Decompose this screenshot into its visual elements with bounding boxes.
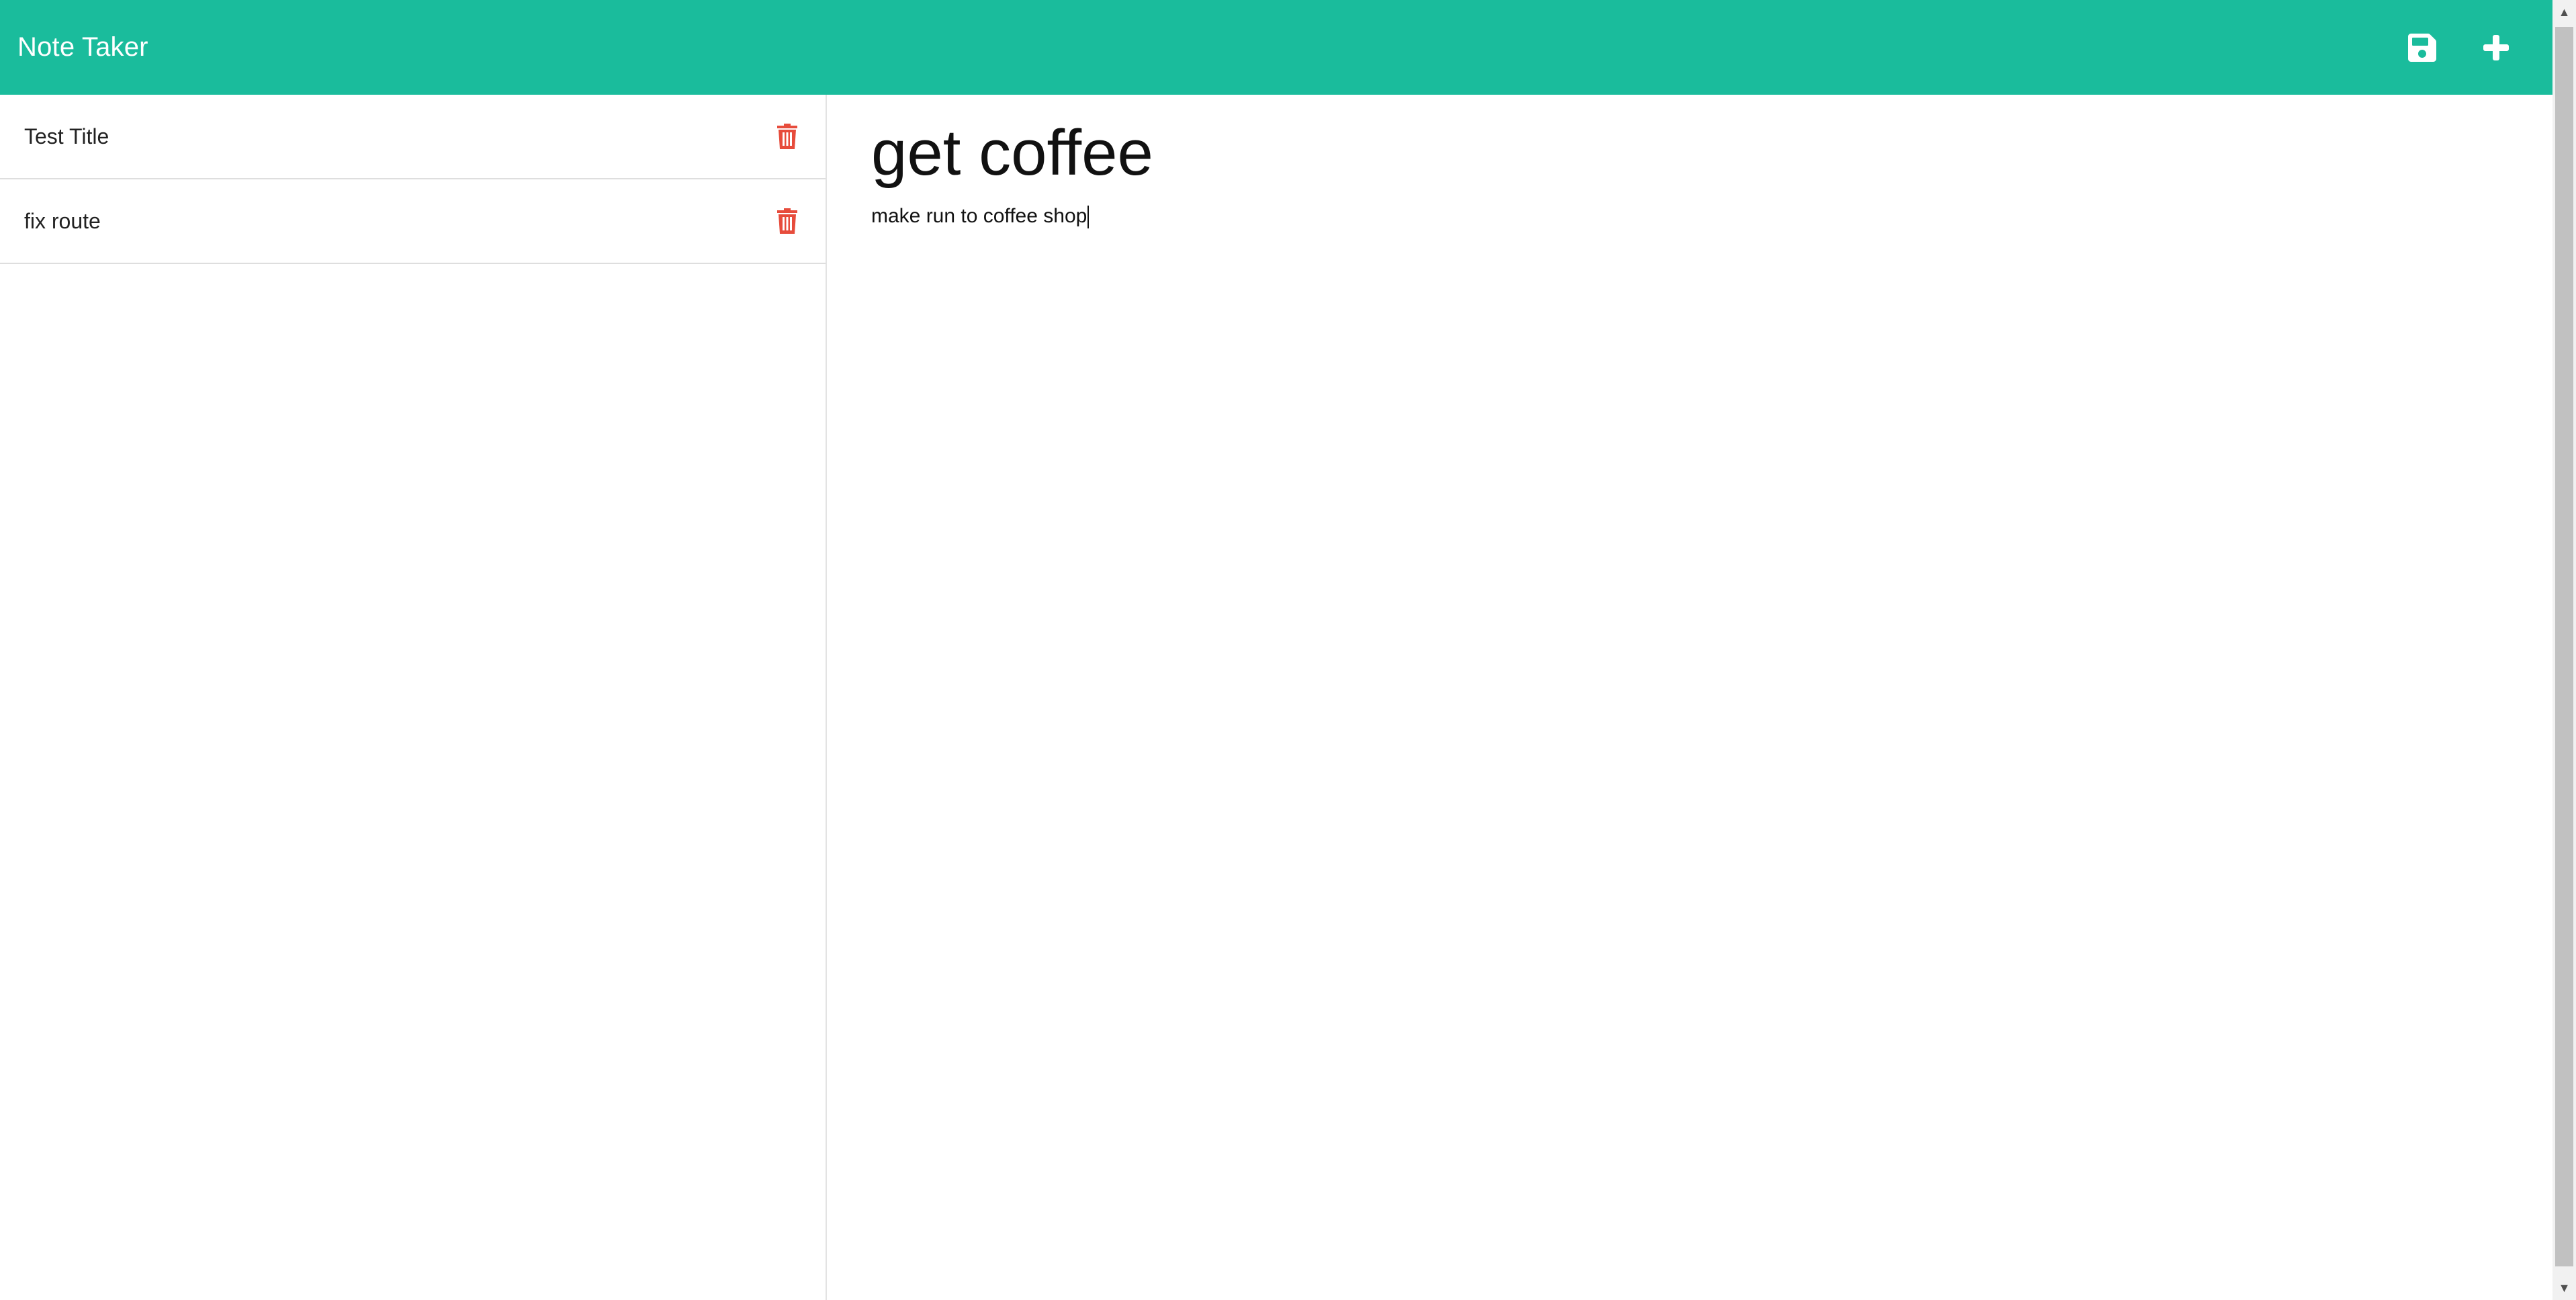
scroll-up-arrow-icon[interactable]: ▲ (2552, 0, 2576, 24)
note-body-text: make run to coffee shop (871, 205, 1087, 227)
toolbar-actions (2406, 32, 2512, 64)
top-navbar: Note Taker (0, 0, 2552, 95)
floppy-disk-icon (2408, 33, 2436, 62)
app-root: Note Taker Test Title fix route get coff… (0, 0, 2576, 1300)
note-editor: make run to coffee shop (828, 95, 2552, 1300)
note-title-input[interactable] (871, 116, 2483, 190)
plus-icon (2483, 34, 2509, 60)
scroll-down-arrow-icon[interactable]: ▼ (2552, 1276, 2576, 1300)
app-title[interactable]: Note Taker (17, 32, 148, 62)
note-body-textarea[interactable]: make run to coffee shop (871, 205, 2483, 1213)
notes-sidebar: Test Title fix route (0, 95, 827, 1300)
note-list: Test Title fix route (0, 95, 826, 264)
trash-icon (777, 208, 797, 234)
note-title[interactable]: Test Title (24, 124, 109, 149)
save-note-button[interactable] (2406, 32, 2438, 64)
note-list-item[interactable]: Test Title (0, 95, 826, 179)
delete-note-button[interactable] (776, 123, 799, 150)
scrollbar-thumb[interactable] (2555, 27, 2573, 1266)
text-caret (1087, 206, 1090, 229)
note-list-item[interactable]: fix route (0, 179, 826, 264)
new-note-button[interactable] (2480, 32, 2512, 64)
vertical-scrollbar[interactable]: ▲ ▼ (2552, 0, 2576, 1300)
note-title[interactable]: fix route (24, 209, 101, 234)
trash-icon (777, 124, 797, 149)
delete-note-button[interactable] (776, 208, 799, 234)
